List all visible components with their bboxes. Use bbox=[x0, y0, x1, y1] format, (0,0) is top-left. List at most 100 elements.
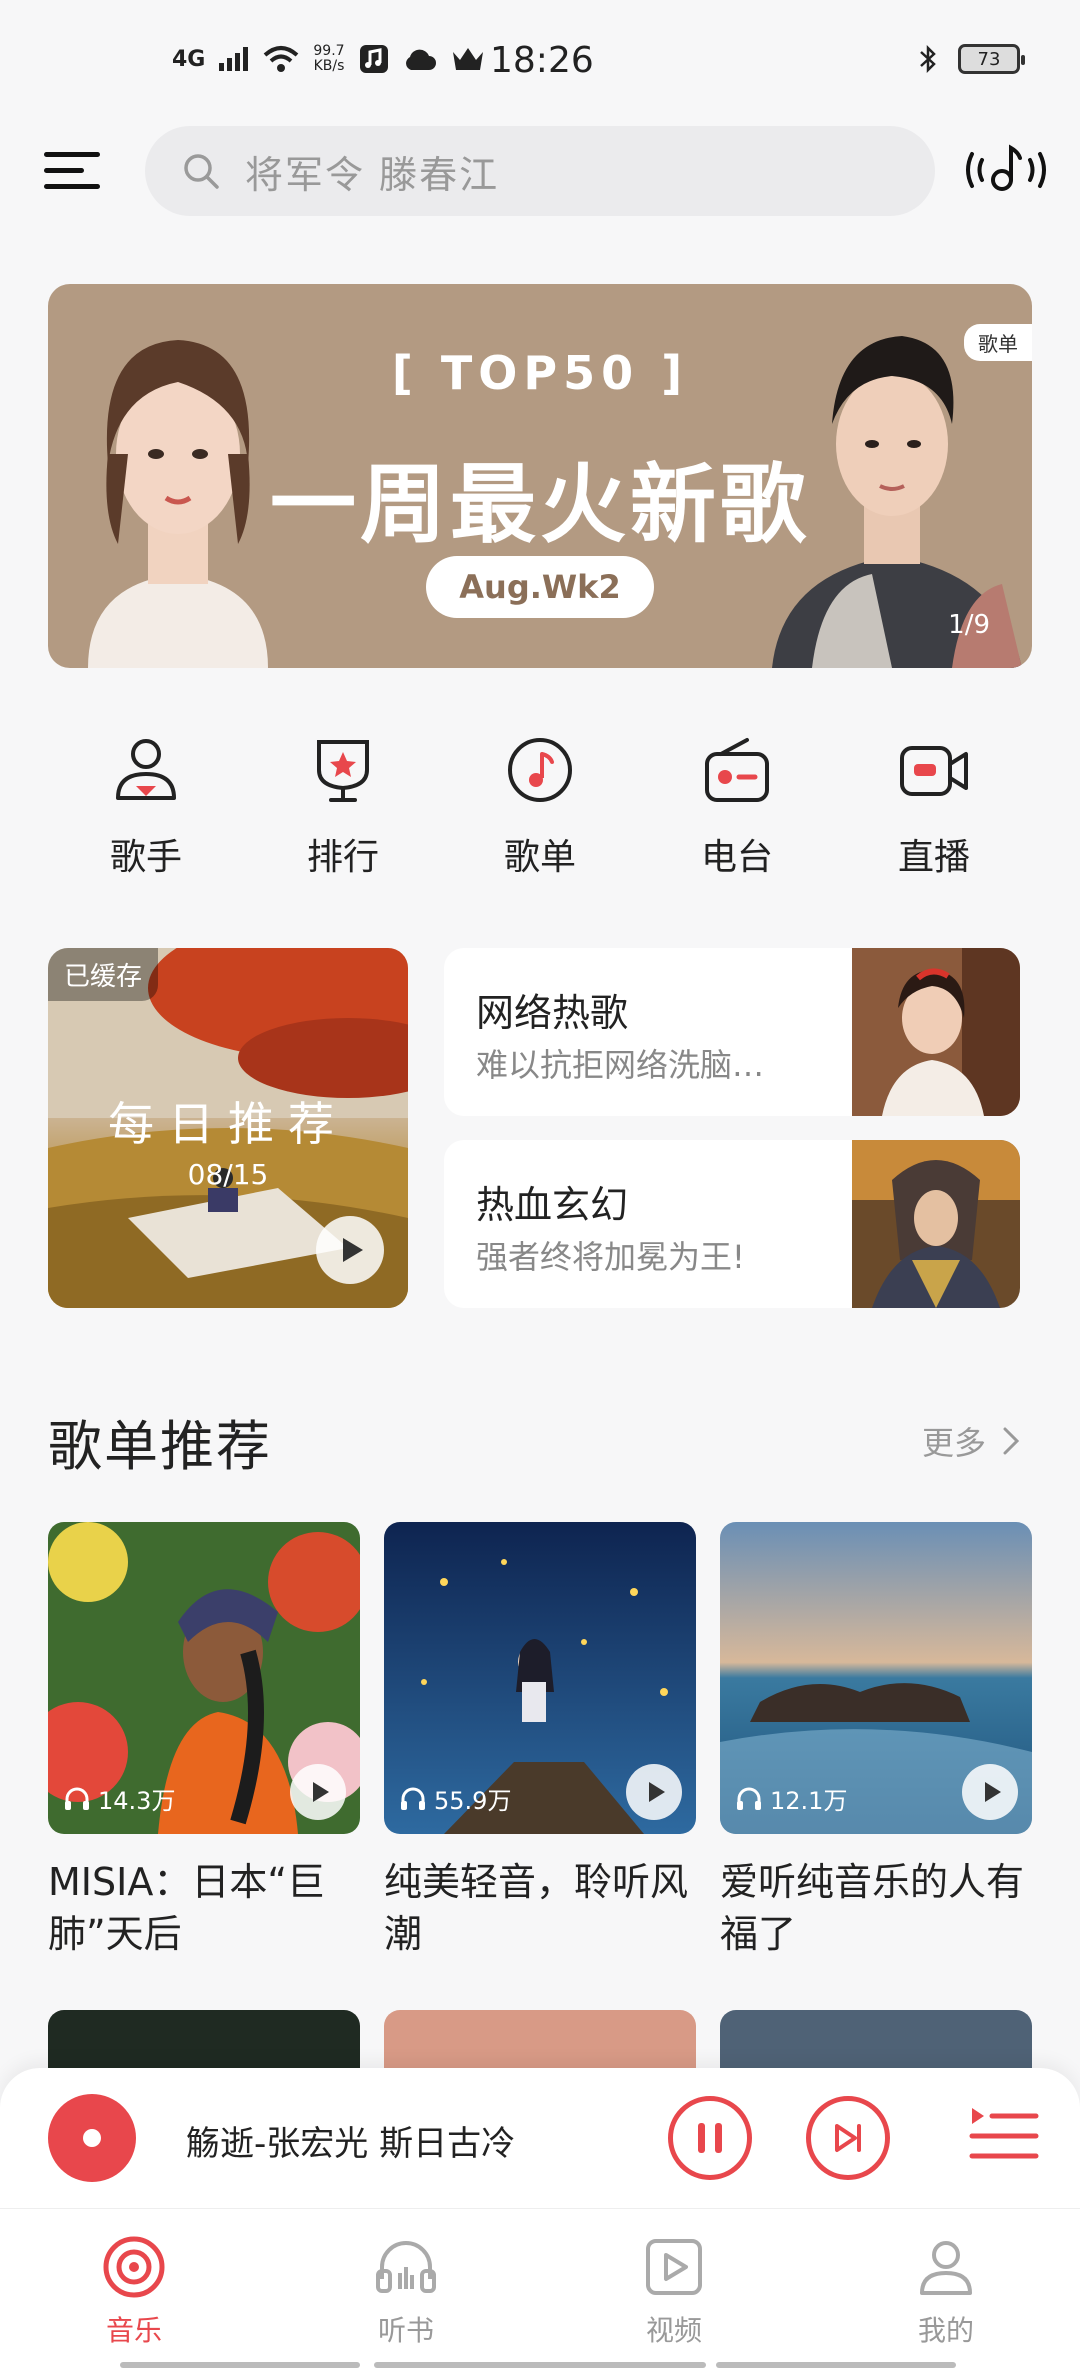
quick-entry-label: 直播 bbox=[897, 837, 970, 878]
now-playing-title[interactable]: 觞逝-张宏光 斯日古冷 bbox=[186, 2116, 515, 2165]
bottom-nav: 音乐 听书 视频 我的 bbox=[0, 2208, 1080, 2376]
quick-entry-radio[interactable]: 电台 bbox=[639, 730, 835, 890]
quick-entry-label: 排行 bbox=[306, 837, 379, 878]
chevron-right-icon bbox=[1003, 1427, 1020, 1455]
play-count: 55.9万 bbox=[400, 1781, 511, 1816]
pause-icon bbox=[698, 2123, 705, 2153]
profile-icon bbox=[920, 2241, 972, 2295]
card-network-hits-image bbox=[852, 948, 1020, 1116]
playlist-card-partial[interactable] bbox=[48, 2010, 360, 2070]
playlist-cover: 14.3万 bbox=[48, 1522, 360, 1834]
daily-date: 08/15 bbox=[187, 1158, 269, 1191]
nav-video[interactable]: 视频 bbox=[604, 2235, 744, 2349]
radio-icon bbox=[705, 738, 769, 802]
quick-entry-rank[interactable]: 排行 bbox=[245, 730, 441, 890]
chart-rank-icon bbox=[317, 740, 369, 802]
nav-label: 音乐 bbox=[105, 2314, 162, 2347]
nav-label: 我的 bbox=[917, 2314, 974, 2347]
banner-page-indicator: 1/9 bbox=[948, 610, 990, 640]
status-bar: 4G 99.7 KB/s 18:26 73 bbox=[0, 0, 1080, 130]
home-indicator-segment bbox=[374, 2362, 706, 2368]
pause-button[interactable] bbox=[668, 2096, 752, 2180]
quick-entry-live[interactable]: 直播 bbox=[836, 730, 1032, 890]
battery-icon: 73 bbox=[958, 44, 1025, 74]
status-left: 4G 99.7 KB/s bbox=[172, 44, 485, 74]
music-recognition-icon[interactable] bbox=[962, 140, 1050, 200]
card-title: 热血玄幻 bbox=[476, 1183, 629, 1227]
card-subtitle: 难以抗拒网络洗脑… bbox=[476, 1046, 765, 1084]
banner-title: 一周最火新歌 bbox=[270, 455, 810, 555]
home-indicator-segment bbox=[716, 2362, 956, 2368]
net-speed: 99.7 KB/s bbox=[313, 43, 345, 74]
search-input[interactable]: 将军令 滕春江 bbox=[145, 126, 935, 216]
wifi-icon bbox=[264, 46, 299, 72]
search-placeholder: 将军令 滕春江 bbox=[245, 152, 500, 197]
quick-entry-label: 电台 bbox=[700, 837, 773, 878]
play-count: 12.1万 bbox=[736, 1781, 847, 1816]
headphones-small-icon bbox=[737, 1787, 761, 1810]
now-playing-disc[interactable] bbox=[48, 2094, 136, 2182]
next-button[interactable] bbox=[806, 2096, 890, 2180]
mini-player: 觞逝-张宏光 斯日古冷 bbox=[0, 2068, 1080, 2208]
more-label: 更多 bbox=[921, 1424, 986, 1462]
cloud-icon bbox=[405, 49, 436, 70]
singer-icon bbox=[116, 739, 176, 800]
live-video-icon bbox=[900, 746, 968, 796]
headphones-small-icon bbox=[65, 1787, 89, 1810]
status-time: 18:26 bbox=[490, 40, 594, 81]
playlist-card[interactable]: 55.9万 纯美轻音，聆听风潮 bbox=[384, 1522, 696, 1960]
daily-play-button[interactable] bbox=[316, 1216, 384, 1284]
banner-top-text: [ TOP50 ] bbox=[391, 346, 689, 400]
daily-title: 每日推荐 bbox=[108, 1097, 348, 1151]
status-right: 73 bbox=[918, 44, 1025, 74]
playlist-play-button[interactable] bbox=[290, 1764, 346, 1820]
playlist-card-partial[interactable] bbox=[384, 2010, 696, 2070]
skip-next-icon bbox=[835, 2124, 861, 2152]
headphones-icon bbox=[376, 2241, 436, 2293]
video-play-icon bbox=[646, 2239, 702, 2295]
pause-icon-bar bbox=[715, 2123, 722, 2153]
signal-icon bbox=[219, 47, 249, 71]
nav-music[interactable]: 音乐 bbox=[64, 2235, 204, 2349]
playlist-cover: 55.9万 bbox=[384, 1522, 696, 1834]
network-type: 4G bbox=[172, 46, 206, 72]
playlist-card-partial[interactable] bbox=[720, 2010, 1032, 2070]
card-fantasy[interactable]: 热血玄幻 强者终将加冕为王! bbox=[444, 1140, 1020, 1308]
nav-label: 听书 bbox=[377, 2314, 434, 2347]
card-title: 网络热歌 bbox=[476, 991, 629, 1035]
music-notify-icon bbox=[359, 45, 388, 73]
playlist-name: 纯美轻音，聆听风潮 bbox=[384, 1860, 689, 1956]
menu-icon[interactable] bbox=[44, 146, 100, 194]
cached-badge: 已缓存 bbox=[48, 948, 159, 1001]
card-fantasy-image bbox=[852, 1140, 1020, 1308]
home-indicator-segment bbox=[120, 2362, 360, 2368]
quick-entry-playlist[interactable]: 歌单 bbox=[442, 730, 638, 890]
nav-audiobook[interactable]: 听书 bbox=[336, 2235, 476, 2349]
crown-icon bbox=[452, 48, 483, 70]
card-subtitle: 强者终将加冕为王! bbox=[476, 1238, 745, 1276]
more-link[interactable]: 更多 bbox=[922, 1418, 1020, 1464]
nav-profile[interactable]: 我的 bbox=[876, 2235, 1016, 2349]
top-banner[interactable]: [ TOP50 ] 一周最火新歌 Aug.Wk2 歌单 1/9 bbox=[48, 284, 1032, 668]
search-icon bbox=[184, 154, 219, 189]
headphones-small-icon bbox=[401, 1787, 425, 1810]
playlist-name: 爱听纯音乐的人有福了 bbox=[720, 1860, 1025, 1956]
play-count: 14.3万 bbox=[64, 1781, 175, 1816]
playlist-play-button[interactable] bbox=[626, 1764, 682, 1820]
card-network-hits[interactable]: 网络热歌 难以抗拒网络洗脑… bbox=[444, 948, 1020, 1116]
play-queue-icon[interactable] bbox=[968, 2100, 1040, 2172]
music-disc-icon bbox=[103, 2236, 165, 2298]
daily-recommend-card[interactable]: 已缓存 每日推荐 08/15 bbox=[48, 948, 408, 1308]
top-bar: 将军令 滕春江 bbox=[0, 124, 1080, 216]
playlist-play-button[interactable] bbox=[962, 1764, 1018, 1820]
banner-week-pill: Aug.Wk2 bbox=[426, 556, 654, 618]
section-title: 歌单推荐 bbox=[48, 1415, 272, 1478]
banner-tag: 歌单 bbox=[964, 324, 1032, 361]
playlist-card[interactable]: 14.3万 MISIA：日本“巨肺”天后 bbox=[48, 1522, 360, 1960]
nav-label: 视频 bbox=[645, 2314, 702, 2347]
quick-entries: 歌手 排行 歌单 电台 直播 bbox=[48, 730, 1032, 890]
quick-entry-label: 歌手 bbox=[109, 837, 182, 878]
playlist-card[interactable]: 12.1万 爱听纯音乐的人有福了 bbox=[720, 1522, 1032, 1960]
playlist-cover: 12.1万 bbox=[720, 1522, 1032, 1834]
quick-entry-singer[interactable]: 歌手 bbox=[48, 730, 244, 890]
